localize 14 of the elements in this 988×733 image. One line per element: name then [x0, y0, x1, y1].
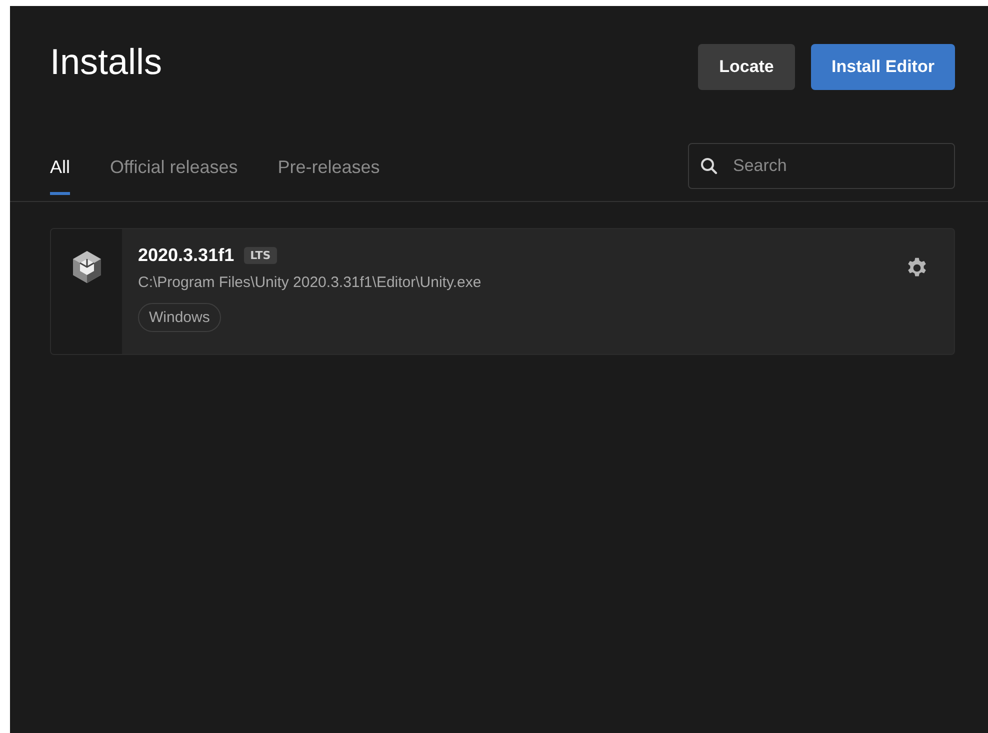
lts-badge: LTS — [244, 247, 277, 264]
platform-tag: Windows — [138, 303, 221, 332]
install-card[interactable]: 2020.3.31f1 LTS C:\Program Files\Unity 2020.3.31f1\Editor\Unity.exe Windows — [50, 228, 955, 355]
tab[interactable]: Official releases — [110, 157, 238, 195]
locate-button[interactable]: Locate — [698, 44, 795, 90]
version-label: 2020.3.31f1 — [138, 245, 234, 266]
install-path: C:\Program Files\Unity 2020.3.31f1\Editor\Unity.exe — [138, 274, 482, 291]
cube-icon — [70, 250, 102, 284]
tab[interactable]: Pre-releases — [278, 157, 380, 195]
search-field[interactable]: Search — [688, 143, 955, 189]
tab[interactable]: All — [50, 157, 70, 195]
install-editor-button[interactable]: Install Editor — [811, 44, 955, 90]
page-title: Installs — [50, 42, 162, 82]
settings-icon[interactable] — [906, 257, 928, 279]
